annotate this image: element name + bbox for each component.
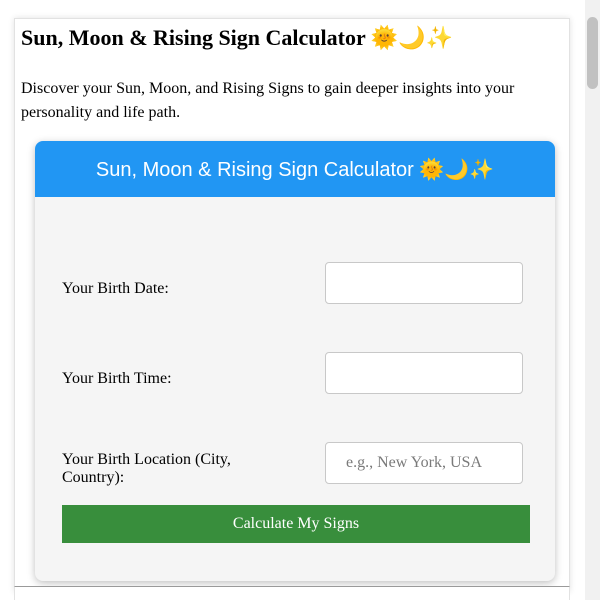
- calculator-card: Sun, Moon & Rising Sign Calculator 🌞🌙✨ Y…: [35, 141, 555, 581]
- birth-date-label: Your Birth Date:: [62, 280, 169, 297]
- calculator-title: Sun, Moon & Rising Sign Calculator 🌞🌙✨: [95, 158, 495, 181]
- birth-time-label: Your Birth Time:: [62, 370, 172, 387]
- calculate-button[interactable]: Calculate My Signs: [62, 505, 530, 543]
- page-title: Sun, Moon & Rising Sign Calculator 🌞🌙✨: [21, 25, 454, 50]
- scrollbar-track[interactable]: [585, 0, 600, 600]
- birth-date-input[interactable]: [325, 262, 523, 304]
- birth-location-input[interactable]: [325, 442, 523, 484]
- birth-location-label: Your Birth Location (City, Country):: [62, 451, 231, 486]
- viewport: Sun, Moon & Rising Sign Calculator 🌞🌙✨ D…: [0, 0, 600, 600]
- intro-text: Discover your Sun, Moon, and Rising Sign…: [21, 80, 515, 121]
- next-section-edge: [14, 586, 570, 600]
- scrollbar-thumb[interactable]: [587, 17, 598, 89]
- page-card: Sun, Moon & Rising Sign Calculator 🌞🌙✨ D…: [14, 18, 570, 592]
- birth-time-input[interactable]: [325, 352, 523, 394]
- calculator-header: Sun, Moon & Rising Sign Calculator 🌞🌙✨: [35, 141, 555, 197]
